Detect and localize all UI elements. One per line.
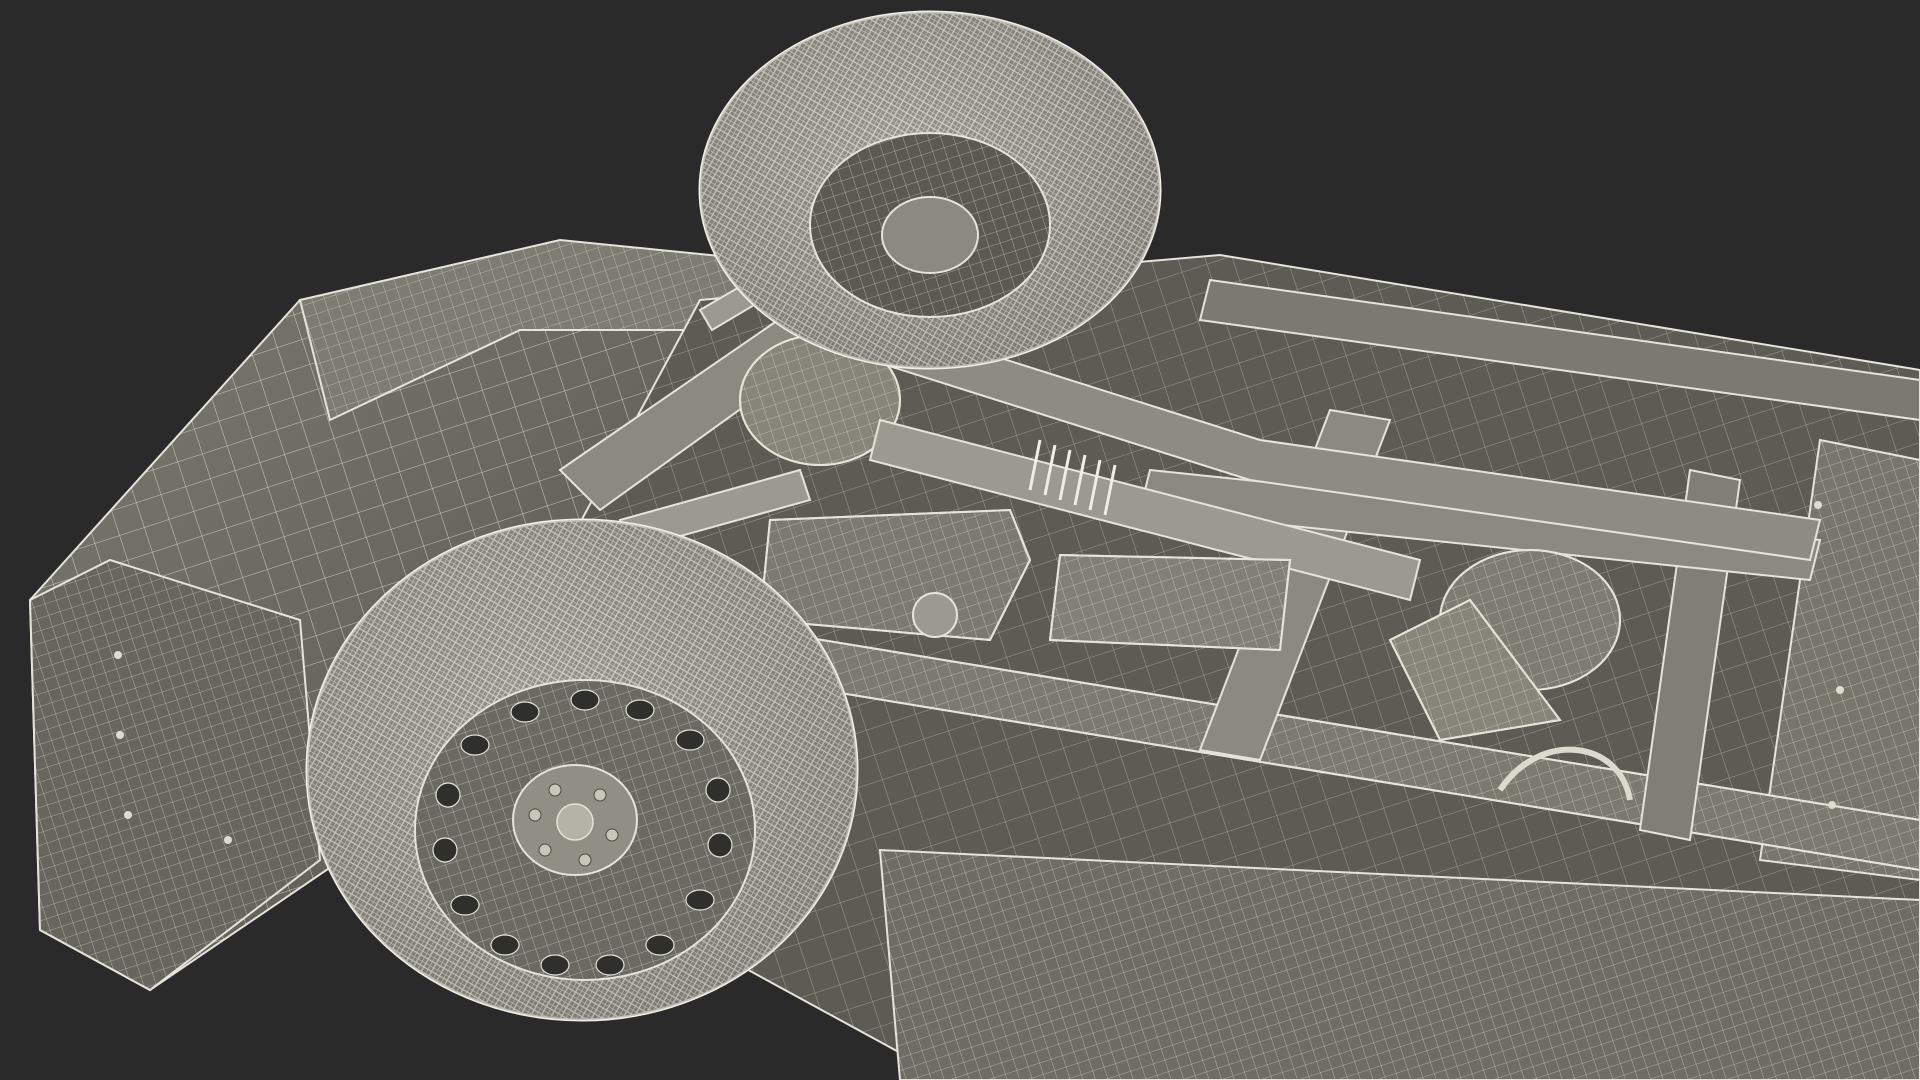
- wheel-lower-center-cap: [556, 803, 594, 841]
- wheel-upper-hub: [881, 196, 979, 274]
- wheel-lower: [305, 518, 859, 1022]
- render-viewport: [0, 0, 1920, 1080]
- fuel-cap: [912, 592, 958, 638]
- wheel-upper: [698, 10, 1162, 370]
- wireframe-render: [28, 10, 1920, 1080]
